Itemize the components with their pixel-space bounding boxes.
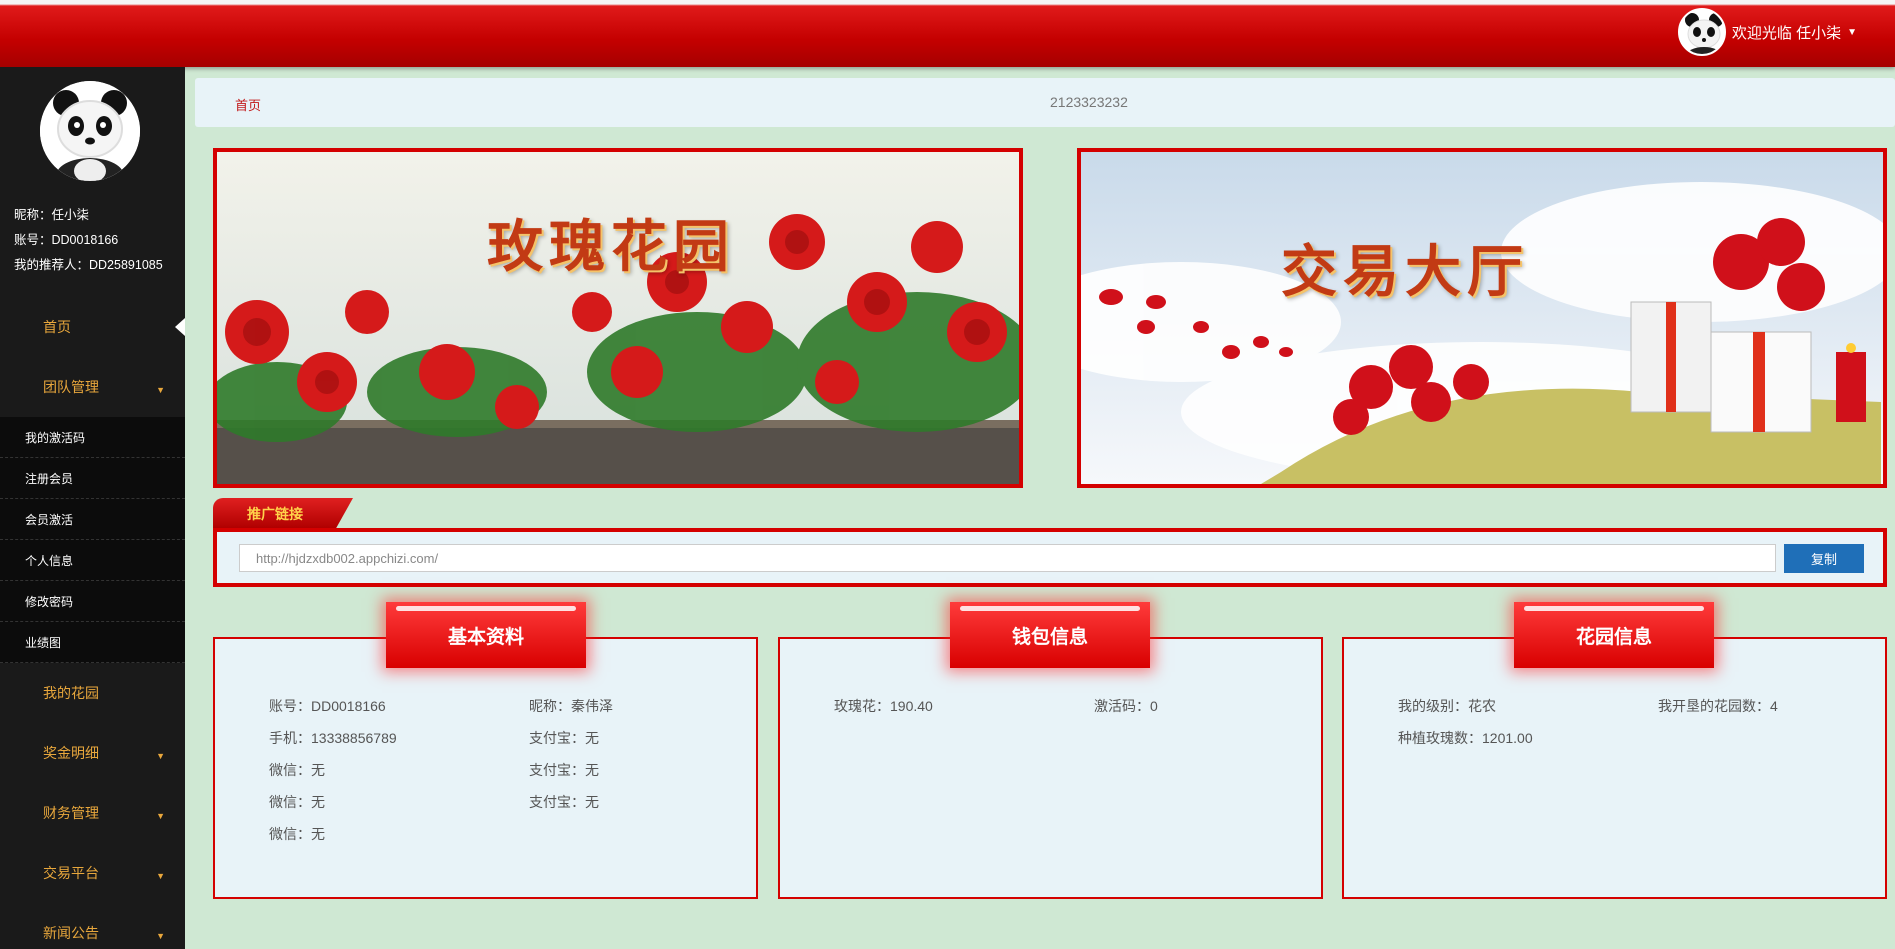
garden-info-title: 花园信息 [1514, 602, 1714, 668]
notice-text: 2123323232 [1050, 94, 1128, 110]
sidebar-item-label: 交易平台 [43, 865, 99, 881]
promo-link-box: 复制 [213, 528, 1887, 587]
copy-button[interactable]: 复制 [1784, 544, 1864, 573]
breadcrumb-bar: 首页 2123323232 [195, 78, 1895, 127]
panda-avatar-icon [1679, 10, 1724, 54]
basic-info-field: 账号：DD0018166 [269, 698, 386, 714]
promo-link-tab-label: 推广链接 [247, 506, 303, 522]
garden-info-field: 我的级别：花农 [1398, 698, 1496, 714]
basic-info-field: 微信：无 [269, 826, 325, 842]
caret-down-icon[interactable]: ▼ [1847, 27, 1857, 38]
promo-link-tab: 推广链接 [213, 498, 353, 528]
basic-info-title: 基本资料 [386, 602, 586, 668]
sidebar-subitem-performance-chart[interactable]: 业绩图 [0, 622, 185, 663]
rose-garden-title: 玫瑰花园 [487, 214, 735, 280]
sidebar-subitem-label: 会员激活 [25, 512, 74, 527]
caret-down-icon: ▼ [156, 385, 165, 395]
profile-account: 账号：DD0018166 [14, 233, 119, 247]
sidebar-subitem-change-password[interactable]: 修改密码 [0, 581, 185, 622]
garden-info-card: 我的级别：花农 我开垦的花园数：4 种植玫瑰数：1201.00 [1342, 637, 1887, 899]
basic-info-field: 昵称：秦伟泽 [529, 698, 613, 714]
rose-garden-banner[interactable]: 玫瑰花园 [213, 148, 1023, 488]
caret-down-icon: ▼ [156, 871, 165, 881]
top-bar: 欢迎光临 任小柒 ▼ [0, 0, 1895, 67]
basic-info-field: 支付宝：无 [529, 730, 599, 746]
sidebar-item-label: 团队管理 [43, 379, 99, 395]
active-pointer-icon [175, 318, 185, 336]
sidebar-subitem-label: 业绩图 [25, 635, 62, 650]
basic-info-field: 支付宝：无 [529, 794, 599, 810]
sidebar-nav: 首页 团队管理 ▼ 我的激活码 注册会员 会员激活 个人信息 修改密码 业绩图 … [0, 297, 185, 949]
user-avatar[interactable] [1677, 8, 1726, 56]
profile-info: 昵称：任小柒 账号：DD0018166 我的推荐人：DD25891085 [14, 203, 163, 278]
wallet-info-field: 玫瑰花：190.40 [834, 698, 933, 714]
trade-hall-title: 交易大厅 [1281, 239, 1529, 305]
caret-down-icon: ▼ [156, 931, 165, 941]
garden-info-field: 我开垦的花园数：4 [1658, 698, 1778, 714]
garden-info-field: 种植玫瑰数：1201.00 [1398, 730, 1533, 746]
basic-info-field: 手机：13338856789 [269, 730, 397, 746]
sidebar-item-garden[interactable]: 我的花园 [0, 663, 185, 723]
sidebar-subitem-personal-info[interactable]: 个人信息 [0, 540, 185, 581]
sidebar-subitem-label: 个人信息 [25, 553, 74, 568]
sidebar: 昵称：任小柒 账号：DD0018166 我的推荐人：DD25891085 首页 … [0, 67, 185, 949]
sidebar-item-news[interactable]: 新闻公告 ▼ [0, 903, 185, 949]
garden-info-fields: 我的级别：花农 我开垦的花园数：4 种植玫瑰数：1201.00 [1398, 696, 1858, 748]
trade-hall-image [1081, 152, 1883, 484]
caret-down-icon: ▼ [156, 811, 165, 821]
sidebar-item-label: 奖金明细 [43, 745, 99, 761]
caret-down-icon: ▼ [156, 751, 165, 761]
sidebar-subitem-activation-codes[interactable]: 我的激活码 [0, 417, 185, 458]
wallet-info-card: 玫瑰花：190.40 激活码：0 [778, 637, 1323, 899]
sidebar-subitem-label: 我的激活码 [25, 430, 86, 445]
sidebar-subitem-label: 修改密码 [25, 594, 74, 609]
basic-info-field: 微信：无 [269, 762, 325, 778]
sidebar-subitem-register-member[interactable]: 注册会员 [0, 458, 185, 499]
sidebar-subitem-label: 注册会员 [25, 471, 74, 486]
profile-referrer: 我的推荐人：DD25891085 [14, 258, 163, 272]
basic-info-field: 支付宝：无 [529, 762, 599, 778]
sidebar-item-team[interactable]: 团队管理 ▼ [0, 357, 185, 417]
sidebar-subitem-activate-member[interactable]: 会员激活 [0, 499, 185, 540]
sidebar-item-label: 新闻公告 [43, 925, 99, 941]
welcome-text[interactable]: 欢迎光临 任小柒 [1732, 22, 1841, 43]
sidebar-item-label: 我的花园 [43, 685, 99, 701]
wallet-info-field: 激活码：0 [1094, 698, 1158, 714]
profile-avatar [40, 81, 140, 181]
basic-info-field: 微信：无 [269, 794, 325, 810]
panda-avatar-icon [40, 81, 140, 181]
wallet-info-title: 钱包信息 [950, 602, 1150, 668]
sidebar-item-bonus[interactable]: 奖金明细 ▼ [0, 723, 185, 783]
breadcrumb-home-link[interactable]: 首页 [235, 95, 261, 114]
sidebar-item-home[interactable]: 首页 [0, 297, 185, 357]
promo-link-input[interactable] [239, 544, 1776, 572]
user-menu[interactable]: 欢迎光临 任小柒 ▼ [1677, 8, 1857, 56]
sidebar-item-trade[interactable]: 交易平台 ▼ [0, 843, 185, 903]
basic-info-card: 账号：DD0018166 昵称：秦伟泽 手机：13338856789 支付宝：无… [213, 637, 758, 899]
sidebar-item-label: 财务管理 [43, 805, 99, 821]
profile-nickname: 昵称：任小柒 [14, 208, 90, 222]
trade-hall-banner[interactable]: 交易大厅 [1077, 148, 1887, 488]
sidebar-item-label: 首页 [43, 319, 71, 335]
wallet-info-fields: 玫瑰花：190.40 激活码：0 [834, 696, 1294, 716]
basic-info-fields: 账号：DD0018166 昵称：秦伟泽 手机：13338856789 支付宝：无… [269, 696, 729, 844]
sidebar-item-finance[interactable]: 财务管理 ▼ [0, 783, 185, 843]
